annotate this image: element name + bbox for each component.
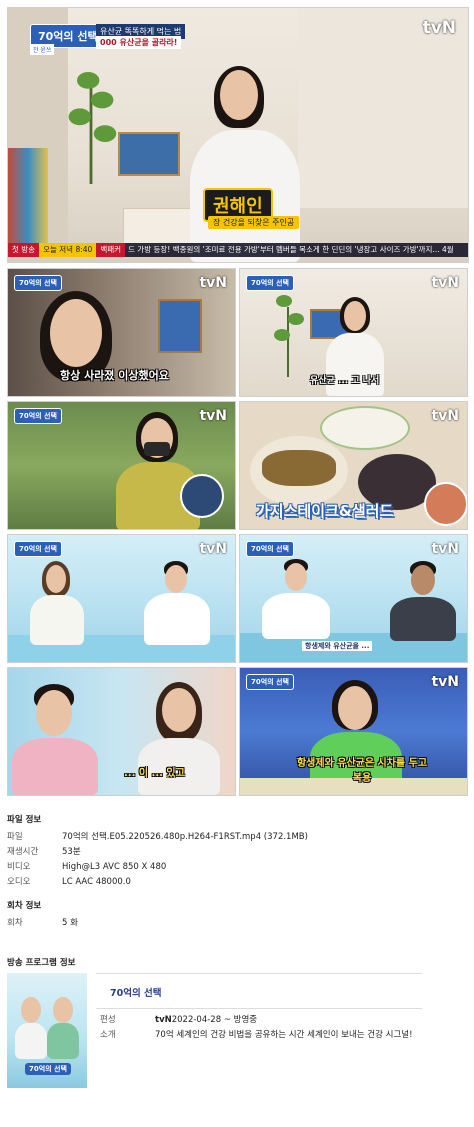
wall-art (8, 148, 48, 243)
thumbnail-6[interactable]: 70억의 선택 tvN 항생제와 유산균을 ... (239, 534, 468, 663)
tvn-logo: tvN (199, 408, 227, 424)
channel-name: tvN (155, 1015, 172, 1025)
tvn-logo: tvN (422, 18, 456, 38)
tvn-logo: tvN (431, 275, 459, 291)
thumb-badge: 70억의 선택 (246, 541, 294, 557)
program-intro-row: 소개 70억 세계인의 건강 비법을 공유하는 시간 세계인이 보내는 건강 시그… (100, 1030, 413, 1040)
tvn-logo: tvN (199, 275, 227, 291)
ticker-time: 오늘 저녁 8:40 (39, 243, 97, 257)
ticker-program: 백패커 (96, 243, 126, 257)
pip-guest (424, 482, 467, 526)
pip-guest (180, 474, 224, 518)
tvn-logo: tvN (431, 408, 459, 424)
tvn-logo: tvN (431, 674, 459, 690)
thumbnail-2[interactable]: 70억의 선택 tvN 유산균 ... 고 나서 (239, 268, 468, 397)
program-title-box: 70억의 선택 (96, 973, 422, 1009)
thumbnail-3[interactable]: 70억의 선택 tvN (7, 401, 236, 530)
thumbnail-1[interactable]: 70억의 선택 tvN 항상 사라졌 이상했어요 (7, 268, 236, 397)
file-info-row-file: 파일 70억의 선택.E05.220526.480p.H264-F1RST.mp4… (7, 832, 308, 842)
tvn-logo: tvN (431, 541, 459, 557)
program-schedule-row: 편성 tvN 2022-04-28 ~ 방영중 (100, 1015, 258, 1025)
thumb-badge: 70억의 선택 (246, 275, 294, 291)
painting (158, 299, 202, 353)
salad-plate (320, 406, 410, 450)
program-name-link[interactable]: 70억의 선택 (110, 985, 162, 999)
program-poster[interactable]: 70억의 선택 (7, 973, 87, 1088)
episode-info-row: 회차 5 화 (7, 918, 78, 928)
thumb-badge: 70억의 선택 (14, 541, 62, 557)
thumbnail-8[interactable]: 70억의 선택 tvN 항생제와 유산균은 시차를 두고 복용 (239, 667, 468, 796)
dish-caption: 가지스테이크&샐러드 (256, 502, 394, 520)
thumb-badge: 70억의 선택 (14, 408, 62, 424)
episode-info-title: 회차 정보 (7, 901, 42, 911)
main-screenshot: 70억의 선택 잔 윤쓰 유산균 똑똑하게 먹는 법 000 유산균을 골라라!… (7, 7, 469, 263)
thumb-subtitle: 항생제와 유산균을 ... (302, 641, 373, 651)
program-info-title: 방송 프로그램 정보 (7, 958, 76, 968)
file-info-title: 파일 정보 (7, 815, 42, 825)
face-mask (144, 442, 170, 456)
door-area (298, 8, 468, 208)
ticker-text: 드 가방 등장! 백종원의 '조미료 전용 가방'부터 멤버들 목소게 한 딘딘… (128, 245, 454, 254)
file-info-row-audio: 오디오 LC AAC 48000.0 (7, 877, 131, 887)
plant (268, 287, 308, 377)
poster-title: 70억의 선택 (25, 1063, 71, 1075)
thumb-subtitle: ... 이 ... 있고 (124, 768, 185, 779)
sub-badge: 잔 윤쓰 (30, 44, 55, 55)
tvn-logo: tvN (199, 541, 227, 557)
news-ticker: 첫 방송 오늘 저녁 8:40 백패커 드 가방 등장! 백종원의 '조미료 전용 가… (8, 243, 468, 257)
thumb-subtitle: 항생제와 유산균은 시차를 두고 복용 (296, 758, 428, 784)
thumbnail-4[interactable]: tvN 가지스테이크&샐러드 (239, 401, 468, 530)
thumb-subtitle: 항상 사라졌 이상했어요 (60, 369, 169, 382)
thumbnail-5[interactable]: 70억의 선택 tvN (7, 534, 236, 663)
thumb-subtitle: 유산균 ... 고 나서 (310, 376, 380, 386)
ticker-now: 첫 방송 (8, 243, 40, 257)
painting (118, 132, 180, 176)
name-card-subtitle: 장 건강을 되찾은 주인공 (208, 216, 300, 229)
file-info-row-video: 비디오 High@L3 AVC 850 X 480 (7, 862, 167, 872)
thumb-badge: 70억의 선택 (14, 275, 62, 291)
file-info-row-duration: 재생시간 53분 (7, 847, 81, 857)
topic-caption-2: 000 유산균을 골라라! (96, 36, 182, 49)
thumb-badge: 70억의 선택 (246, 674, 294, 690)
eggplant-steak (262, 450, 336, 486)
thumbnail-7[interactable]: ... 이 ... 있고 (7, 667, 236, 796)
plant (63, 58, 119, 184)
